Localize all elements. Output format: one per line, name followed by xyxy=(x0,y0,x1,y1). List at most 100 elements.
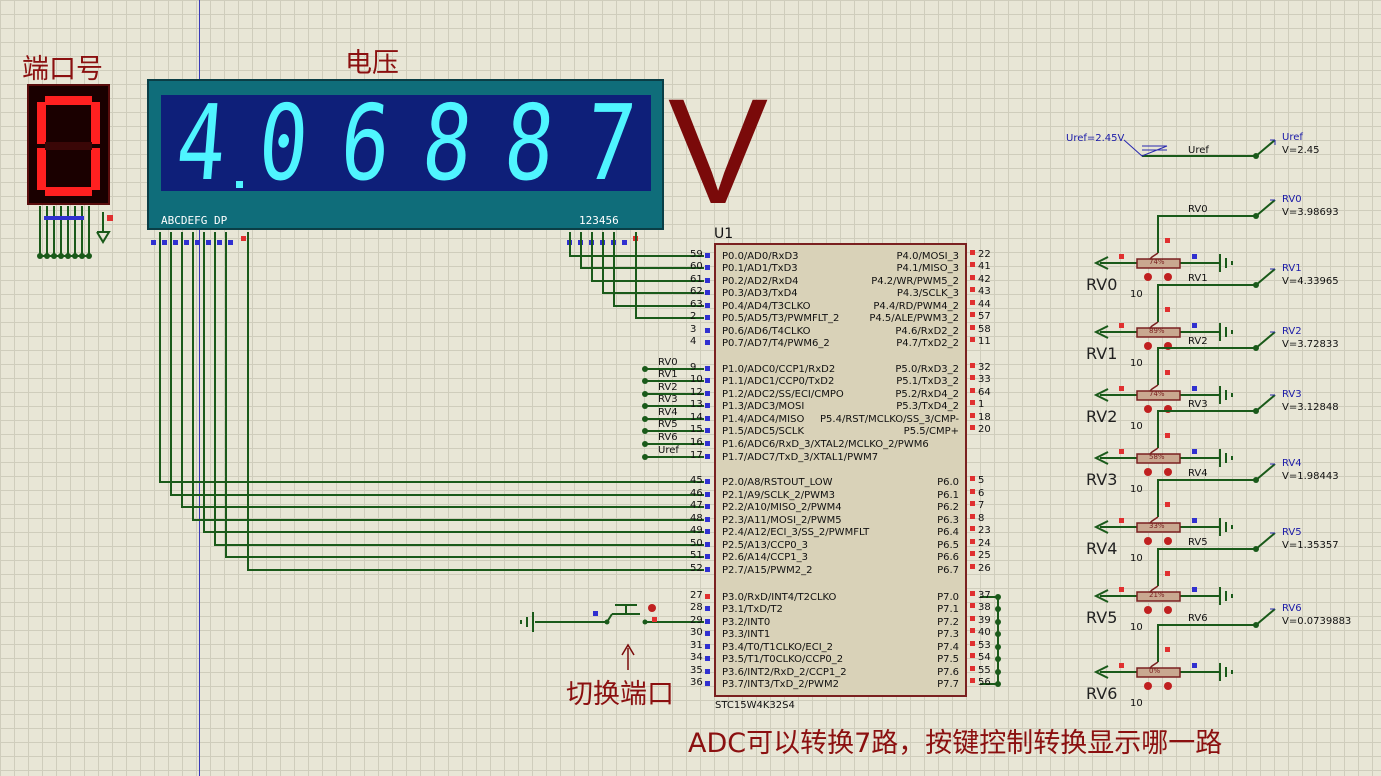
mcu-pin-number: 23 xyxy=(978,525,991,536)
voltage-probe-value: V=3.72833 xyxy=(1282,339,1339,350)
mcu-pin-marker xyxy=(970,666,975,671)
mcu-pin-marker xyxy=(970,678,975,683)
mcu-pin-marker xyxy=(970,425,975,430)
mcu-pin-marker xyxy=(970,526,975,531)
mcu-pin-number: 46 xyxy=(690,488,703,499)
pot-resistance: 10 xyxy=(1130,421,1143,432)
mcu-pin-number: 8 xyxy=(978,513,985,524)
mcu-pin-number: 18 xyxy=(978,412,991,423)
mcu-pin-label: P7.5 xyxy=(937,654,959,665)
mcu-pin-label: P1.5/ADC5/SCLK xyxy=(722,426,805,437)
mcu-pin-number: 39 xyxy=(978,615,991,626)
mcu-chip[interactable]: P0.0/AD0/RxD3 P0.1/AD1/TxD3 P0.2/AD2/RxD4 P… xyxy=(714,243,967,697)
mcu-pin-label: P1.1/ADC1/CCP0/TxD2 xyxy=(722,376,835,387)
pot-position[interactable]: 58% xyxy=(1149,453,1165,461)
net-label: RV3 xyxy=(658,394,678,405)
mcu-pin-label: P2.7/A15/PWM2_2 xyxy=(722,565,813,576)
net-label: RV6 xyxy=(658,432,678,443)
mcu-pin-marker xyxy=(705,253,710,258)
net-label: Uref xyxy=(658,445,679,456)
mcu-pin-label: P2.4/A12/ECI_3/SS_2/PWMFLT xyxy=(722,527,870,538)
mcu-pin-marker xyxy=(705,594,710,599)
mcu-pin-label: P1.0/ADC0/CCP1/RxD2 xyxy=(722,364,836,375)
mcu-pin-number: 41 xyxy=(978,261,991,272)
mcu-pin-label: P6.5 xyxy=(937,540,959,551)
pot-position[interactable]: 33% xyxy=(1149,522,1165,530)
uref-probe-name: Uref xyxy=(1282,132,1303,143)
mcu-pin-label: P3.0/RxD/INT4/T2CLKO xyxy=(722,592,837,603)
mcu-pin-label: P6.0 xyxy=(937,477,959,488)
mcu-pin-label: P6.7 xyxy=(937,565,959,576)
mcu-pin-label: P4.7/TxD2_2 xyxy=(896,338,959,349)
pot-net-label: RV1 xyxy=(1188,273,1208,284)
mcu-pin-label: P3.3/INT1 xyxy=(722,629,771,640)
mcu-pin-number: 5 xyxy=(978,475,985,486)
mcu-pin-number: 24 xyxy=(978,538,991,549)
pot-net-label: RV3 xyxy=(1188,399,1208,410)
mcu-pin-number: 34 xyxy=(690,652,703,663)
pot-name: RV4 xyxy=(1086,539,1118,558)
mcu-pin-marker xyxy=(970,628,975,633)
mcu-pin-marker xyxy=(970,300,975,305)
mcu-pin-label: P6.4 xyxy=(937,527,959,538)
mcu-pin-label: P7.2 xyxy=(937,617,959,628)
mcu-pin-number: 20 xyxy=(978,424,991,435)
voltage-probe-name: RV5 xyxy=(1282,527,1302,538)
mcu-pin-marker xyxy=(705,619,710,624)
mcu-pin-label: P0.6/AD6/T4CLKO xyxy=(722,326,811,337)
pot-position[interactable]: 89% xyxy=(1149,327,1165,335)
mcu-pin-marker xyxy=(970,641,975,646)
mcu-pin-label: P4.5/ALE/PWM3_2 xyxy=(869,313,959,324)
mcu-pin-number: 12 xyxy=(690,387,703,398)
mcu-pin-label: P6.2 xyxy=(937,502,959,513)
mcu-pin-marker xyxy=(970,539,975,544)
mcu-pin-label: P7.7 xyxy=(937,679,959,690)
mcu-pin-label: P7.6 xyxy=(937,667,959,678)
mcu-pin-number: 11 xyxy=(978,336,991,347)
pot-position[interactable]: 74% xyxy=(1149,390,1165,398)
mcu-pin-marker xyxy=(970,250,975,255)
mcu-pin-marker xyxy=(970,551,975,556)
mcu-pin-marker xyxy=(970,388,975,393)
mcu-pin-number: 2 xyxy=(690,311,697,322)
mcu-pin-label: P3.5/T1/T0CLKO/CCP0_2 xyxy=(722,654,844,665)
mcu-pin-label: P1.4/ADC4/MISO xyxy=(722,414,805,425)
mcu-pin-marker xyxy=(705,278,710,283)
net-label: RV4 xyxy=(658,407,678,418)
mcu-pin-marker xyxy=(970,489,975,494)
mcu-pin-marker xyxy=(970,413,975,418)
mcu-pin-label: P0.4/AD4/T3CLKO xyxy=(722,301,811,312)
mcu-pin-marker xyxy=(705,391,710,396)
mcu-pin-marker xyxy=(970,476,975,481)
net-label: RV1 xyxy=(658,369,678,380)
mcu-pin-label: P7.4 xyxy=(937,642,959,653)
pot-position[interactable]: 74% xyxy=(1149,258,1165,266)
mcu-pin-marker xyxy=(970,501,975,506)
pot-net-label: RV0 xyxy=(1188,204,1208,215)
switch-port-button[interactable] xyxy=(598,602,660,628)
mcu-pin-label: P3.4/T0/T1CLKO/ECI_2 xyxy=(722,642,834,653)
mcu-pin-marker xyxy=(705,517,710,522)
mcu-pin-marker xyxy=(970,514,975,519)
pot-resistance: 10 xyxy=(1130,553,1143,564)
mcu-pin-label: P7.1 xyxy=(937,604,959,615)
mcu-pin-number: 35 xyxy=(690,665,703,676)
pot-position[interactable]: 21% xyxy=(1149,591,1165,599)
mcu-pin-label: P4.6/RxD2_2 xyxy=(895,326,959,337)
mcu-pin-number: 64 xyxy=(978,387,991,398)
mcu-pin-number: 26 xyxy=(978,563,991,574)
pot-net-label: RV5 xyxy=(1188,537,1208,548)
voltage-probe-value: V=1.98443 xyxy=(1282,471,1339,482)
mcu-pin-label: P0.3/AD3/TxD4 xyxy=(722,288,798,299)
pot-position[interactable]: 0% xyxy=(1149,667,1160,675)
mcu-pin-label: P6.6 xyxy=(937,552,959,563)
mcu-pin-number: 38 xyxy=(978,602,991,613)
mcu-pin-number: 29 xyxy=(690,615,703,626)
mcu-pin-label: P2.1/A9/SCLK_2/PWM3 xyxy=(722,490,835,501)
mcu-pin-number: 57 xyxy=(978,311,991,322)
mcu-pin-label: P4.0/MOSI_3 xyxy=(896,251,959,262)
mcu-pin-number: 30 xyxy=(690,627,703,638)
mcu-pin-label: P1.2/ADC2/SS/ECI/CMPO xyxy=(722,389,844,400)
mcu-pin-marker xyxy=(705,416,710,421)
mcu-pin-label: P6.3 xyxy=(937,515,959,526)
